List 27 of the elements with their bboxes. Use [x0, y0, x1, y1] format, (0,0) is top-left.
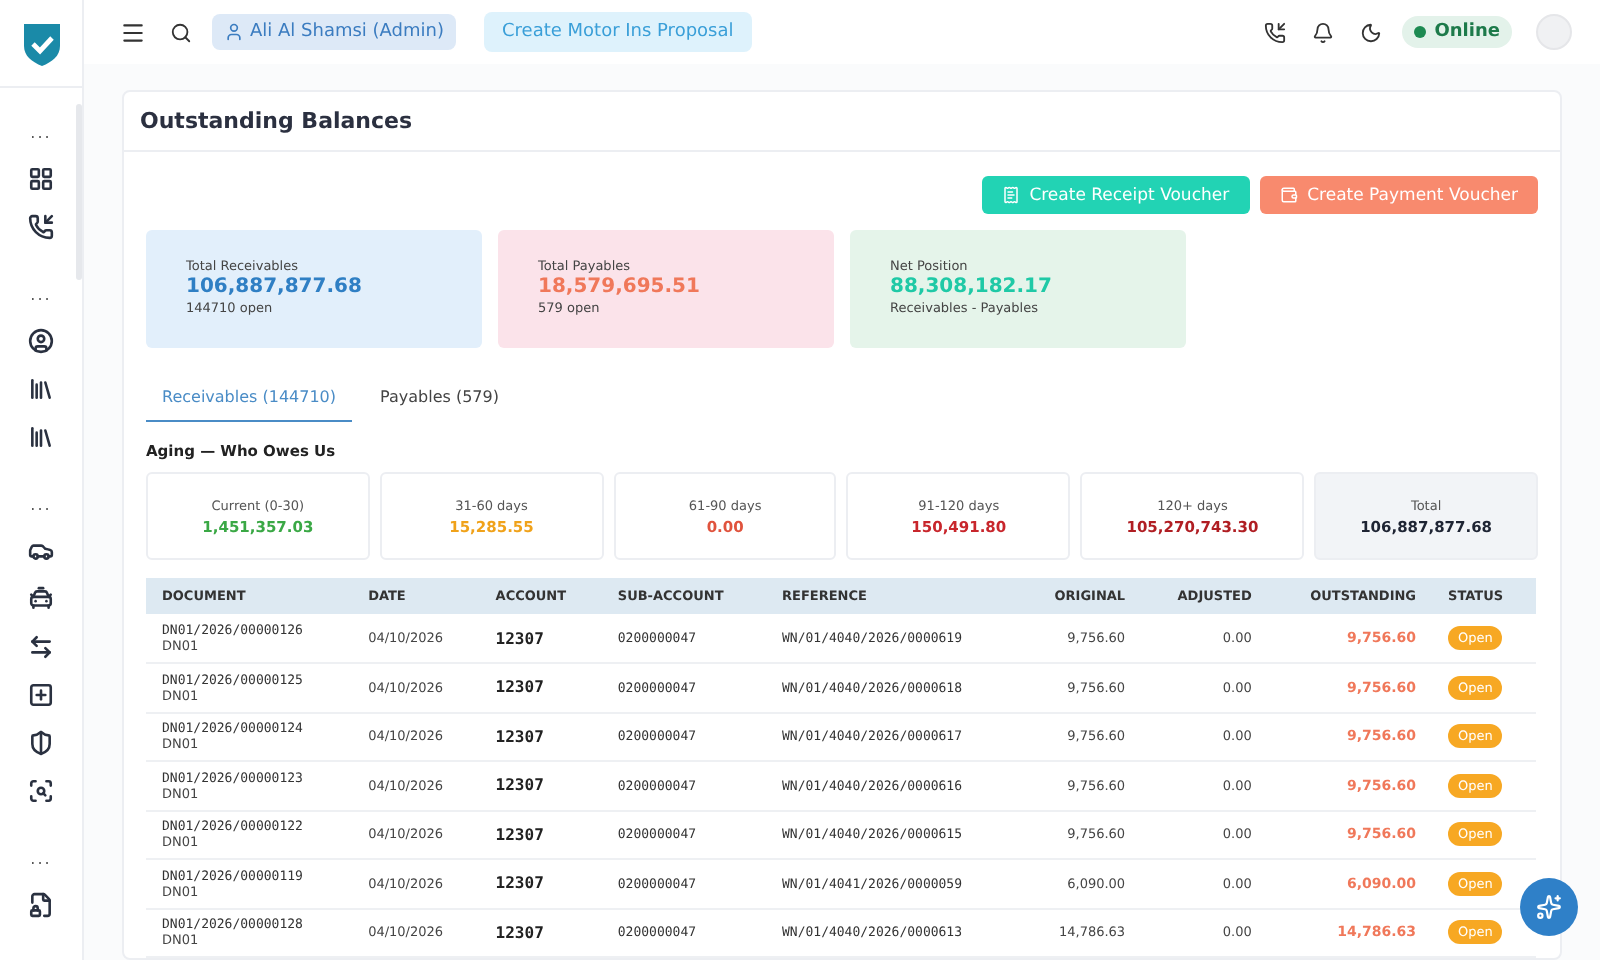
account-cell: 12307	[495, 923, 544, 942]
user-icon	[224, 22, 244, 42]
account-cell: 12307	[495, 629, 544, 647]
summary-value: 106,887,877.68	[186, 274, 364, 300]
section-separator: ...	[30, 850, 52, 868]
section-separator: ...	[30, 124, 52, 142]
receipt-voucher-button[interactable]: Create Receipt Voucher	[981, 176, 1250, 214]
receipt-icon	[1001, 186, 1020, 204]
user-chip[interactable]: Ali Al Shamsi (Admin)	[212, 14, 456, 50]
page-title: Outstanding Balances	[124, 92, 1560, 152]
payment-voucher-button[interactable]: Create Payment Voucher	[1259, 176, 1538, 214]
summary-value: 18,579,695.51	[538, 274, 702, 300]
account-cell: 12307	[495, 825, 544, 844]
tab[interactable]: Payables (579)	[364, 378, 515, 422]
account-cell: 12307	[495, 874, 544, 893]
account-cell: 12307	[495, 678, 544, 697]
create-proposal-button[interactable]: Create Motor Ins Proposal	[484, 12, 752, 52]
wallet-icon	[1279, 186, 1298, 204]
account-cell: 12307	[495, 727, 544, 746]
account-cell: 12307	[495, 776, 544, 795]
summary-value: 88,308,182.17	[890, 274, 1054, 300]
shield-check-logo	[19, 19, 63, 67]
section-separator: ...	[30, 496, 52, 514]
sparkles-icon	[1536, 894, 1562, 920]
online-status: Online	[1402, 16, 1512, 48]
section-separator: ...	[30, 286, 52, 304]
tab[interactable]: Receivables (144710)	[146, 378, 353, 422]
